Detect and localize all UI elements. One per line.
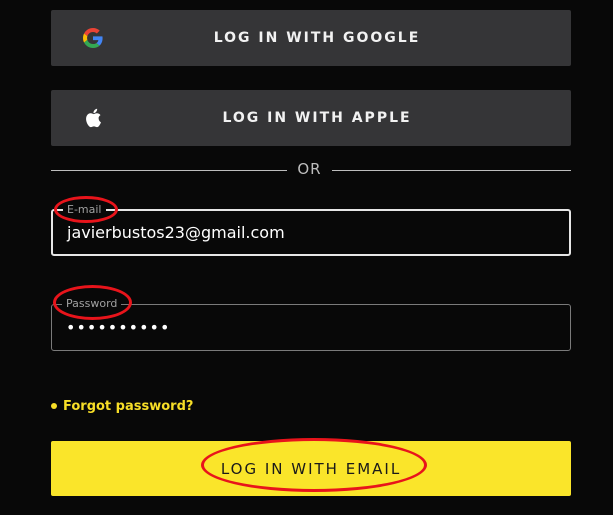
or-divider: OR (51, 160, 571, 180)
forgot-password-label: Forgot password? (63, 399, 194, 414)
password-input[interactable]: •••••••••• (66, 305, 170, 350)
email-login-button[interactable]: LOG IN WITH EMAIL (51, 441, 571, 496)
apple-login-button[interactable]: LOG IN WITH APPLE (51, 90, 571, 146)
google-login-label: LOG IN WITH GOOGLE (213, 30, 421, 46)
divider-text: OR (297, 160, 322, 178)
password-field[interactable]: Password •••••••••• (51, 297, 571, 351)
apple-login-label: LOG IN WITH APPLE (222, 110, 412, 126)
divider-line-left (51, 170, 287, 171)
divider-line-right (332, 170, 571, 171)
email-input[interactable]: javierbustos23@gmail.com (67, 211, 285, 254)
bullet-icon (51, 402, 57, 409)
login-page: LOG IN WITH GOOGLE LOG IN WITH APPLE OR … (0, 0, 613, 515)
forgot-password-link[interactable]: Forgot password? (51, 399, 193, 414)
google-login-button[interactable]: LOG IN WITH GOOGLE (51, 10, 571, 66)
email-login-label: LOG IN WITH EMAIL (220, 459, 402, 478)
email-field[interactable]: E-mail javierbustos23@gmail.com (51, 203, 571, 256)
